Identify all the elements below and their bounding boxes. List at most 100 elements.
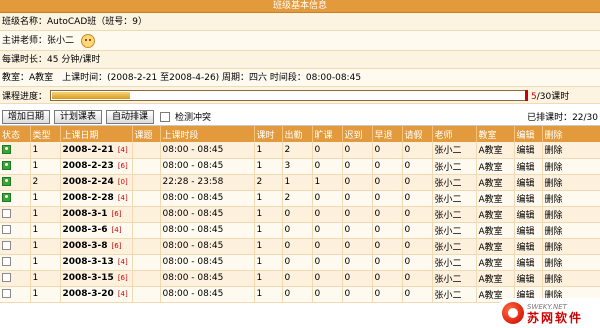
- edit-link[interactable]: 编辑: [514, 158, 543, 175]
- cell-date-tag: [6]: [117, 162, 128, 170]
- col-header-room[interactable]: 教室: [476, 126, 515, 142]
- col-header-topic[interactable]: 课题: [132, 126, 161, 142]
- col-header-edit[interactable]: 编辑: [514, 126, 543, 142]
- cell-status: [0, 254, 31, 271]
- col-header-delete[interactable]: 删除: [542, 126, 600, 142]
- teacher-row: 主讲老师：张小二: [0, 31, 600, 51]
- col-header-teacher[interactable]: 老师: [432, 126, 477, 142]
- cell-date-tag: [6]: [111, 242, 122, 250]
- delete-link[interactable]: 删除: [542, 174, 600, 191]
- table-row[interactable]: 1 2008-3-8 [6] 08:00 - 08:45 1 0 0 0 0 0 张小二 A教室 编辑删…: [0, 238, 600, 255]
- cell-type: 1: [30, 222, 61, 239]
- col-header-type[interactable]: 类型: [30, 126, 61, 142]
- cell-absent: 0: [312, 270, 343, 287]
- cell-type: 1: [30, 142, 61, 159]
- delete-link[interactable]: 删除: [542, 254, 600, 271]
- col-header-status[interactable]: 状态: [0, 126, 31, 142]
- col-header-leave[interactable]: 请假: [402, 126, 433, 142]
- cell-type: 1: [30, 238, 61, 255]
- cell-topic: [132, 190, 161, 207]
- delete-link[interactable]: 删除: [542, 238, 600, 255]
- delete-link[interactable]: 删除: [542, 222, 600, 239]
- cell-status: [0, 158, 31, 175]
- user-present-icon[interactable]: [2, 161, 11, 170]
- cell-room: A教室: [476, 238, 515, 255]
- cell-teacher: 张小二: [432, 174, 477, 191]
- cell-absent: 0: [312, 190, 343, 207]
- table-body: 1 2008-2-21 [4] 08:00 - 08:45 1 2 0 0 0 0 张小二 A教室 编辑…: [0, 142, 600, 303]
- table-row[interactable]: 1 2008-3-13 [4] 08:00 - 08:45 1 0 0 0 0 0 张小二 A教室 编辑…: [0, 254, 600, 271]
- cell-absent: 0: [312, 222, 343, 239]
- cell-time: 08:00 - 08:45: [160, 238, 255, 255]
- table-row[interactable]: 1 2008-3-6 [4] 08:00 - 08:45 1 0 0 0 0 0 张小二 A教室 编辑删…: [0, 222, 600, 239]
- smiley-icon: [80, 33, 95, 48]
- delete-link[interactable]: 删除: [542, 158, 600, 175]
- edit-link[interactable]: 编辑: [514, 222, 543, 239]
- checkbox-empty-icon[interactable]: [2, 209, 11, 218]
- table-row[interactable]: 2 2008-2-24 [0] 22:28 - 23:58 2 1 1 0 0 0 张小二 A教室 编辑…: [0, 174, 600, 191]
- col-header-hours[interactable]: 课时: [254, 126, 283, 142]
- cell-hours: 1: [254, 270, 283, 287]
- cell-topic: [132, 174, 161, 191]
- cell-leave: 0: [402, 286, 433, 303]
- detect-conflict-checkbox[interactable]: [160, 111, 171, 122]
- auto-schedule-button[interactable]: 自动排课: [106, 109, 155, 124]
- cell-present: 3: [282, 158, 313, 175]
- cell-early: 0: [372, 190, 403, 207]
- cell-room: A教室: [476, 158, 515, 175]
- cell-early: 0: [372, 270, 403, 287]
- table-row[interactable]: 1 2008-3-15 [6] 08:00 - 08:45 1 0 0 0 0 0 张小二 A教室 编辑…: [0, 270, 600, 287]
- cell-teacher: 张小二: [432, 254, 477, 271]
- cell-leave: 0: [402, 270, 433, 287]
- delete-link[interactable]: 删除: [542, 270, 600, 287]
- edit-link[interactable]: 编辑: [514, 174, 543, 191]
- table-row[interactable]: 1 2008-3-1 [6] 08:00 - 08:45 1 0 0 0 0 0 张小二 A教室 编辑删…: [0, 206, 600, 223]
- cell-room: A教室: [476, 174, 515, 191]
- edit-link[interactable]: 编辑: [514, 254, 543, 271]
- edit-link[interactable]: 编辑: [514, 190, 543, 207]
- user-present-icon[interactable]: [2, 193, 11, 202]
- user-present-icon[interactable]: [2, 144, 11, 154]
- cell-room: A教室: [476, 190, 515, 207]
- cell-absent: 0: [312, 254, 343, 271]
- edit-link[interactable]: 编辑: [514, 206, 543, 223]
- cell-teacher: 张小二: [432, 142, 477, 159]
- edit-link[interactable]: 编辑: [514, 238, 543, 255]
- user-present-icon[interactable]: [2, 177, 11, 186]
- cell-date-text: 2008-3-1: [62, 209, 108, 219]
- checkbox-empty-icon[interactable]: [2, 241, 11, 250]
- progress-end-marker: [525, 89, 529, 101]
- cell-date: 2008-3-15 [6]: [60, 270, 133, 287]
- cell-time: 08:00 - 08:45: [160, 254, 255, 271]
- col-header-time[interactable]: 上课时段: [160, 126, 255, 142]
- detect-conflict-label: 检测冲突: [175, 113, 212, 123]
- cell-date-tag: [4]: [117, 290, 128, 298]
- cell-hours: 1: [254, 158, 283, 175]
- progress-count: 5/30课时: [531, 89, 569, 102]
- cell-leave: 0: [402, 254, 433, 271]
- table-row[interactable]: 1 2008-2-28 [4] 08:00 - 08:45 1 2 0 0 0 0 张小二 A教室 编辑…: [0, 190, 600, 207]
- checkbox-empty-icon[interactable]: [2, 257, 11, 266]
- delete-link[interactable]: 删除: [542, 190, 600, 207]
- plan-table-button[interactable]: 计划课表: [54, 109, 103, 124]
- checkbox-empty-icon[interactable]: [2, 289, 11, 298]
- col-header-late[interactable]: 迟到: [342, 126, 373, 142]
- table-row[interactable]: 1 2008-2-23 [6] 08:00 - 08:45 1 3 0 0 0 0 张小二 A教室 编辑…: [0, 158, 600, 175]
- table-row[interactable]: 1 2008-2-21 [4] 08:00 - 08:45 1 2 0 0 0 0 张小二 A教室 编辑…: [0, 142, 600, 159]
- checkbox-empty-icon[interactable]: [2, 273, 11, 282]
- cell-date-tag: [6]: [111, 210, 122, 218]
- cell-absent: 0: [312, 206, 343, 223]
- delete-link[interactable]: 删除: [542, 142, 600, 159]
- cell-date: 2008-3-8 [6]: [60, 238, 133, 255]
- col-header-early[interactable]: 早退: [372, 126, 403, 142]
- cell-early: 0: [372, 222, 403, 239]
- edit-link[interactable]: 编辑: [514, 142, 543, 159]
- col-header-absent[interactable]: 旷课: [312, 126, 343, 142]
- col-header-date[interactable]: 上课日期: [60, 126, 133, 142]
- delete-link[interactable]: 删除: [542, 206, 600, 223]
- checkbox-empty-icon[interactable]: [2, 225, 11, 234]
- edit-link[interactable]: 编辑: [514, 270, 543, 287]
- add-date-button[interactable]: 增加日期: [2, 109, 51, 124]
- col-header-present[interactable]: 出勤: [282, 126, 313, 142]
- cell-present: 0: [282, 286, 313, 303]
